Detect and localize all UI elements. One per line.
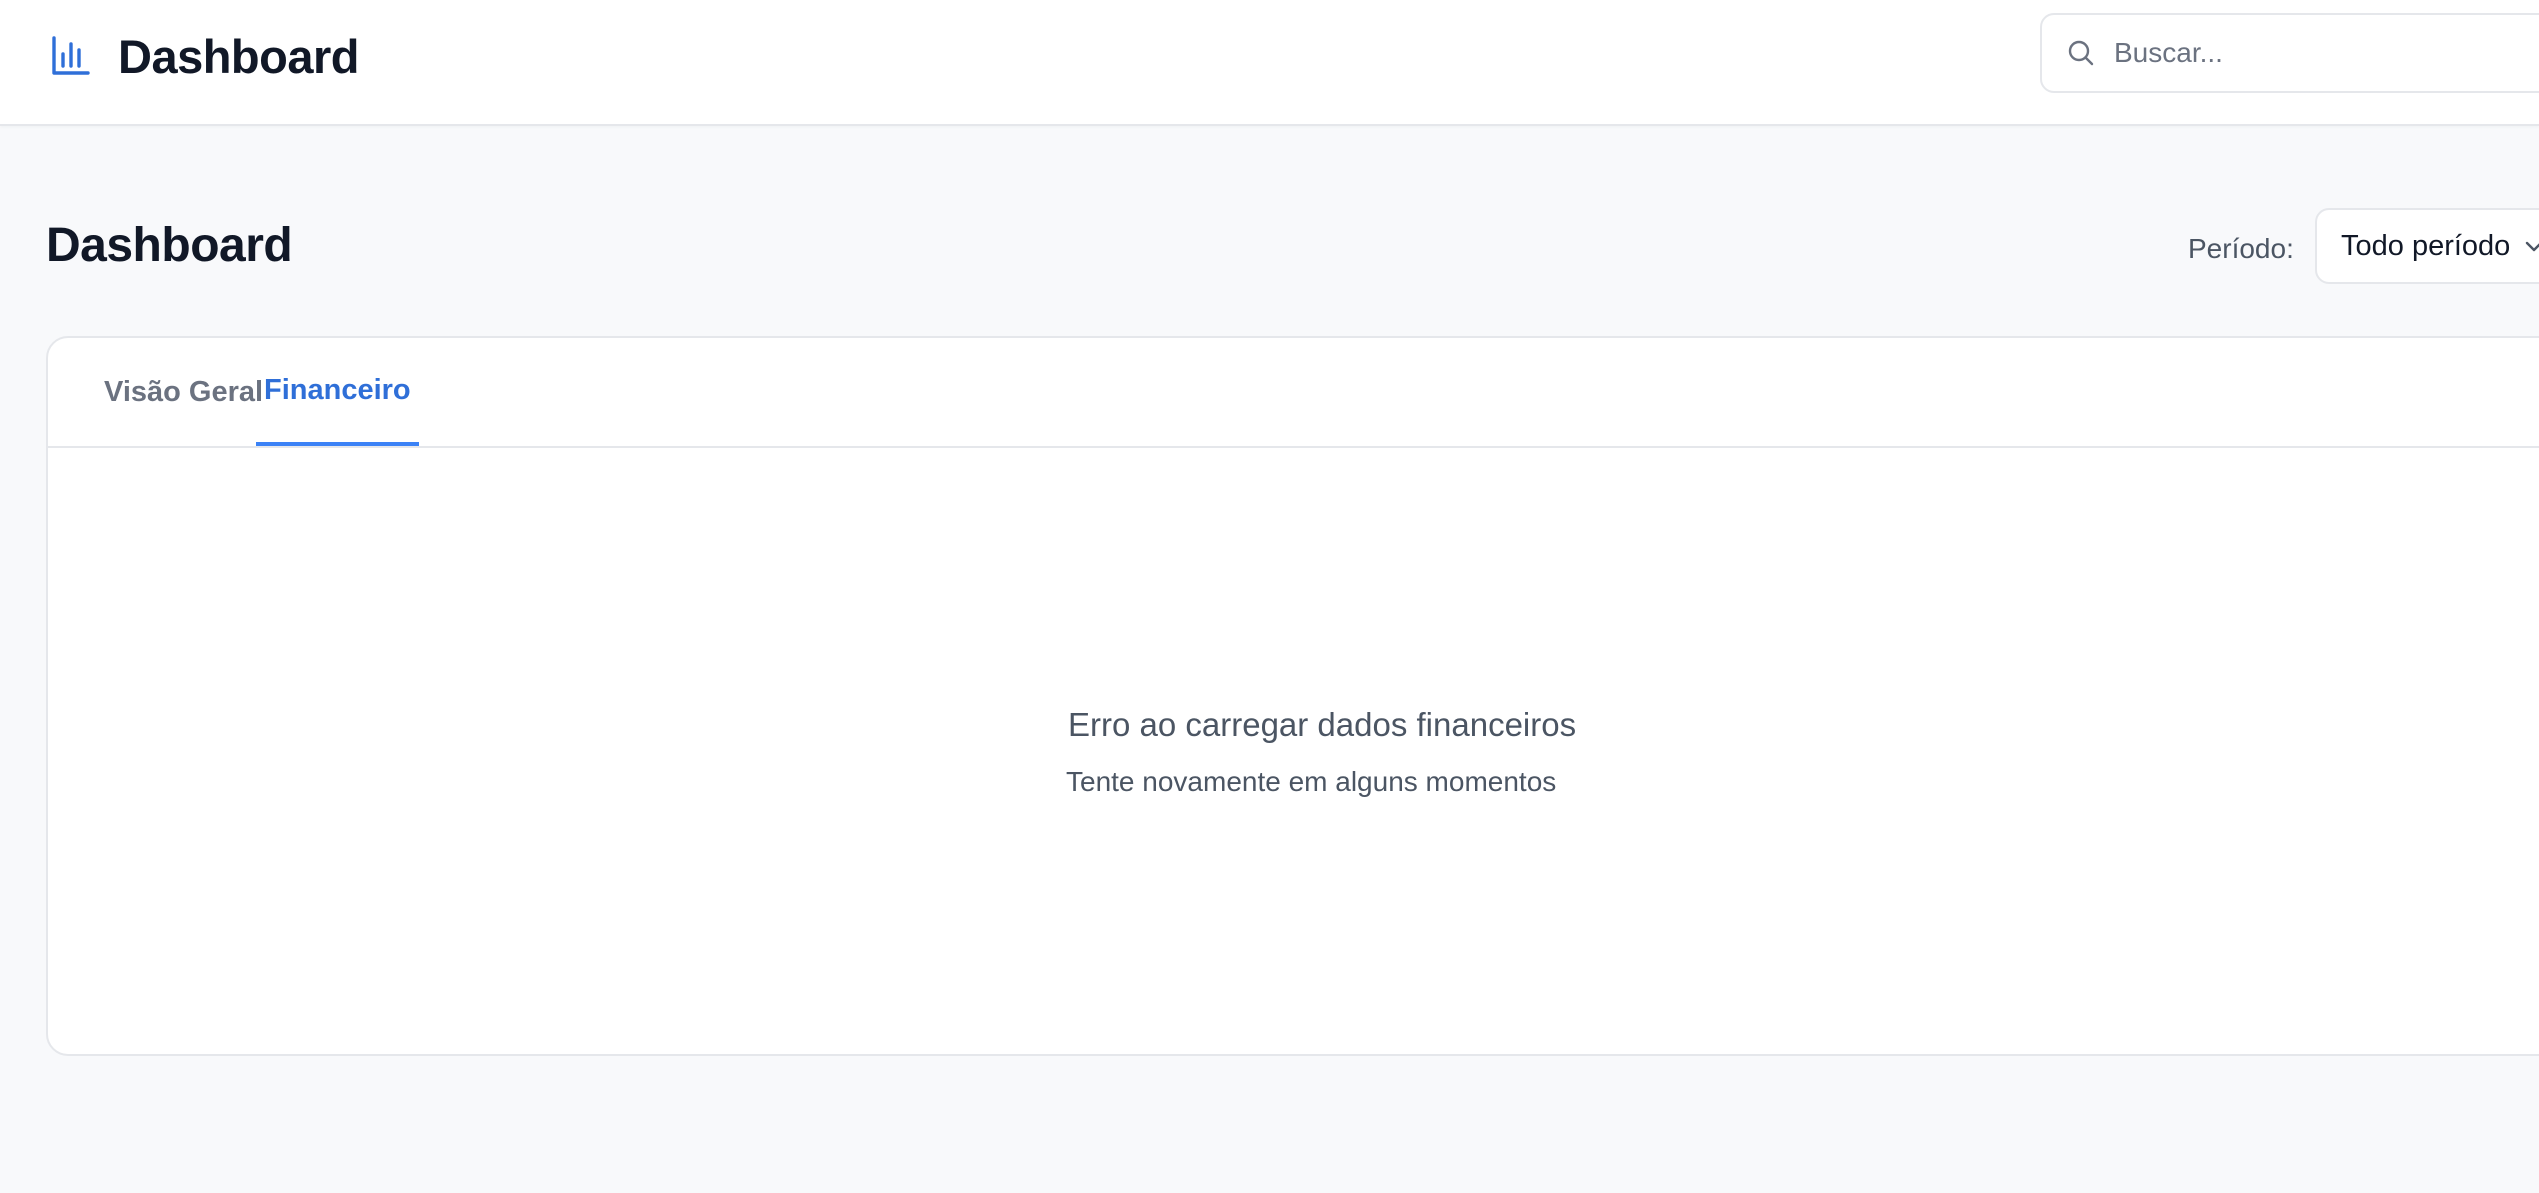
- tab-bar: Visão Geral Financeiro: [48, 338, 2539, 448]
- period-select[interactable]: Todo período: [2315, 208, 2539, 284]
- error-subtitle: Tente novamente em alguns momentos: [1066, 766, 1557, 797]
- content-card: Visão Geral Financeiro Erro ao carregar …: [46, 336, 2539, 1056]
- search-icon: [2064, 36, 2098, 70]
- top-bar: Dashboard: [0, 0, 2539, 126]
- bar-chart-icon: [48, 34, 92, 78]
- app-title: Dashboard: [118, 29, 360, 83]
- error-title: Erro ao carregar dados financeiros: [1068, 706, 1577, 743]
- chevron-down-icon: [2522, 232, 2539, 260]
- brand[interactable]: Dashboard: [48, 26, 360, 86]
- search-box[interactable]: [2040, 13, 2539, 93]
- period-label: Período:: [2188, 233, 2294, 264]
- period-selected-value: Todo período: [2341, 229, 2511, 262]
- tab-overview[interactable]: Visão Geral: [104, 338, 263, 446]
- search-input[interactable]: [2112, 36, 2539, 70]
- tab-financial[interactable]: Financeiro: [256, 338, 419, 446]
- page-title: Dashboard: [46, 219, 293, 272]
